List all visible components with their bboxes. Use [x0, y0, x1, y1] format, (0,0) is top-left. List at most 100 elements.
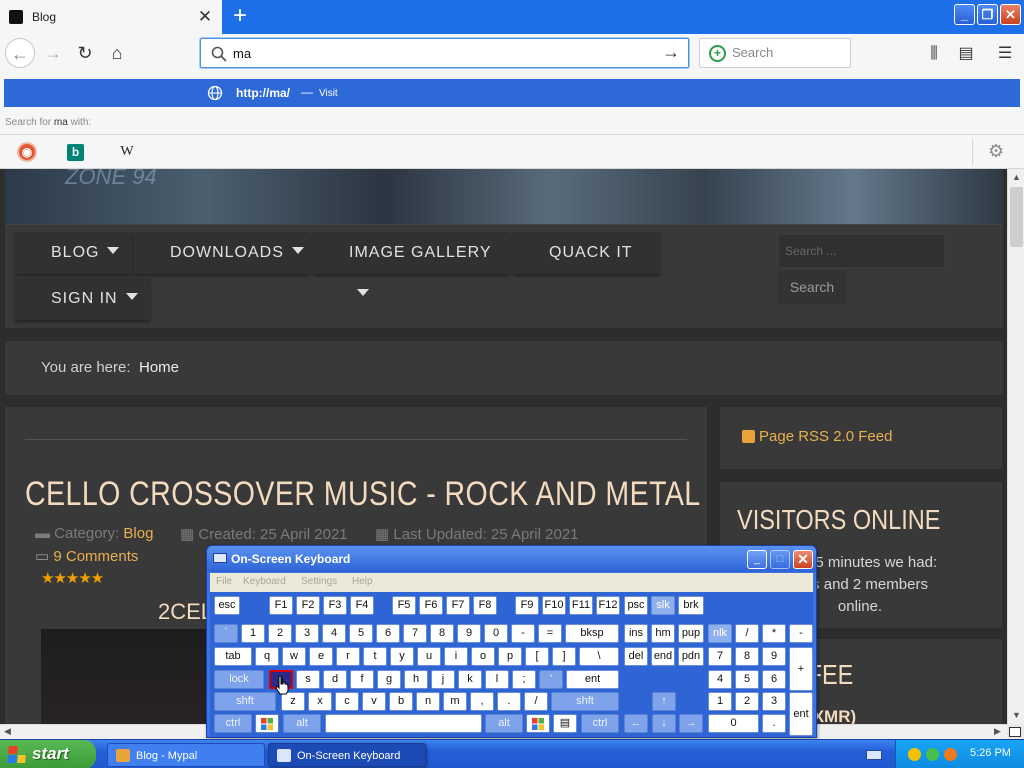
- taskbar-item-browser[interactable]: Blog - Mypal: [107, 743, 265, 767]
- key-d[interactable]: d: [323, 670, 347, 689]
- category-link[interactable]: Blog: [123, 525, 153, 542]
- key-num-3[interactable]: 3: [762, 692, 786, 711]
- new-tab-button[interactable]: +: [226, 3, 254, 31]
- menu-icon[interactable]: ☰: [991, 40, 1019, 68]
- osk-menu-keyboard[interactable]: Keyboard: [243, 576, 286, 587]
- key-u[interactable]: u: [417, 647, 441, 666]
- key-left-ctrl[interactable]: ctrl: [214, 714, 252, 733]
- key-c[interactable]: c: [335, 692, 359, 711]
- search-input[interactable]: [732, 45, 842, 60]
- key-space[interactable]: [325, 714, 482, 733]
- breadcrumb-home-link[interactable]: Home: [139, 359, 179, 376]
- scroll-down-icon[interactable]: ▼: [1010, 710, 1023, 720]
- article-title[interactable]: CELLO CROSSOVER MUSIC - ROCK AND METAL: [25, 475, 701, 514]
- key-f9[interactable]: F9: [515, 596, 539, 615]
- key-psc[interactable]: psc: [624, 596, 648, 615]
- bing-icon[interactable]: b: [67, 144, 84, 161]
- key-4[interactable]: 4: [322, 624, 346, 643]
- key-arrow-down[interactable]: ↓: [652, 714, 676, 733]
- key-num-enter[interactable]: ent: [789, 692, 813, 736]
- key-w[interactable]: w: [282, 647, 306, 666]
- key-l[interactable]: l: [485, 670, 509, 689]
- key-brk[interactable]: brk: [678, 596, 704, 615]
- forward-button[interactable]: →: [38, 38, 68, 68]
- key-s[interactable]: s: [296, 670, 320, 689]
- key-left-alt[interactable]: alt: [283, 714, 321, 733]
- key-7[interactable]: 7: [403, 624, 427, 643]
- osk-minimize-button[interactable]: _: [747, 550, 767, 569]
- back-button[interactable]: ←: [5, 38, 35, 68]
- key-t[interactable]: t: [363, 647, 387, 666]
- key-num-5[interactable]: 5: [735, 670, 759, 689]
- reload-button[interactable]: ↻: [70, 38, 100, 68]
- clock[interactable]: 5:26 PM: [970, 747, 1011, 759]
- key-f1[interactable]: F1: [269, 596, 293, 615]
- key-i[interactable]: i: [444, 647, 468, 666]
- key-pgdn[interactable]: pdn: [678, 647, 704, 666]
- address-bar[interactable]: →: [200, 38, 689, 68]
- windows-logo-key-right[interactable]: [526, 714, 550, 733]
- key-n[interactable]: n: [416, 692, 440, 711]
- key-q[interactable]: q: [255, 647, 279, 666]
- key-f[interactable]: f: [350, 670, 374, 689]
- nav-item-sign-in[interactable]: SIGN IN: [15, 278, 150, 320]
- key-b[interactable]: b: [389, 692, 413, 711]
- key-num-4[interactable]: 4: [708, 670, 732, 689]
- nav-item-downloads[interactable]: DOWNLOADS: [134, 232, 310, 274]
- key-backtick[interactable]: `: [214, 624, 238, 643]
- security-shield-icon[interactable]: [908, 748, 921, 761]
- key-k[interactable]: k: [458, 670, 482, 689]
- key-f12[interactable]: F12: [596, 596, 620, 615]
- key-slash[interactable]: /: [524, 692, 548, 711]
- comments-link[interactable]: ▭ 9 Comments: [35, 547, 138, 565]
- suggestion-visit-row[interactable]: http://ma/ — Visit: [4, 79, 1020, 107]
- site-search-button[interactable]: Search: [778, 270, 846, 304]
- key-pgup[interactable]: pup: [678, 624, 704, 643]
- key-8[interactable]: 8: [430, 624, 454, 643]
- key-6[interactable]: 6: [376, 624, 400, 643]
- nav-item-blog[interactable]: BLOG: [15, 232, 132, 274]
- key-semicolon[interactable]: ;: [512, 670, 536, 689]
- key-f7[interactable]: F7: [446, 596, 470, 615]
- tab-blog[interactable]: Blog ✕: [0, 0, 222, 34]
- key-f10[interactable]: F10: [542, 596, 566, 615]
- key-num-decimal[interactable]: .: [762, 714, 786, 733]
- search-tray-icon[interactable]: [944, 748, 957, 761]
- key-r[interactable]: r: [336, 647, 360, 666]
- key-right-ctrl[interactable]: ctrl: [581, 714, 619, 733]
- key-f5[interactable]: F5: [392, 596, 416, 615]
- wikipedia-icon[interactable]: W: [117, 142, 137, 162]
- key-num-1[interactable]: 1: [708, 692, 732, 711]
- nav-item-image-gallery[interactable]: IMAGE GALLERY: [313, 232, 510, 296]
- scroll-up-icon[interactable]: ▲: [1010, 172, 1023, 182]
- key-num-multiply[interactable]: *: [762, 624, 786, 643]
- close-window-button[interactable]: ✕: [1000, 4, 1021, 25]
- key-5[interactable]: 5: [349, 624, 373, 643]
- key-left-shift[interactable]: shft: [214, 692, 276, 711]
- osk-menu-help[interactable]: Help: [352, 576, 373, 587]
- key-m[interactable]: m: [443, 692, 467, 711]
- site-search-input[interactable]: [778, 234, 945, 268]
- key-tab[interactable]: tab: [214, 647, 252, 666]
- key-v[interactable]: v: [362, 692, 386, 711]
- rating-stars[interactable]: ★★★★★: [41, 569, 104, 587]
- nav-item-quack-it[interactable]: QUACK IT: [513, 232, 660, 274]
- on-screen-keyboard-window[interactable]: On-Screen Keyboard _ □ ✕ File Keyboard S…: [206, 545, 817, 738]
- key-del[interactable]: del: [624, 647, 648, 666]
- key-f4[interactable]: F4: [350, 596, 374, 615]
- key-num-0[interactable]: 0: [708, 714, 759, 733]
- sidebar-icon[interactable]: ▤: [952, 40, 980, 68]
- osk-close-button[interactable]: ✕: [793, 550, 813, 569]
- search-bar[interactable]: +: [699, 38, 851, 68]
- osk-menu-file[interactable]: File: [216, 576, 232, 587]
- key-e[interactable]: e: [309, 647, 333, 666]
- key-left-bracket[interactable]: [: [525, 647, 549, 666]
- key-0[interactable]: 0: [484, 624, 508, 643]
- key-g[interactable]: g: [377, 670, 401, 689]
- key-ins[interactable]: ins: [624, 624, 648, 643]
- key-f11[interactable]: F11: [569, 596, 593, 615]
- key-x[interactable]: x: [308, 692, 332, 711]
- key-num-plus[interactable]: +: [789, 647, 813, 691]
- osk-maximize-button[interactable]: □: [770, 550, 790, 569]
- key-minus[interactable]: -: [511, 624, 535, 643]
